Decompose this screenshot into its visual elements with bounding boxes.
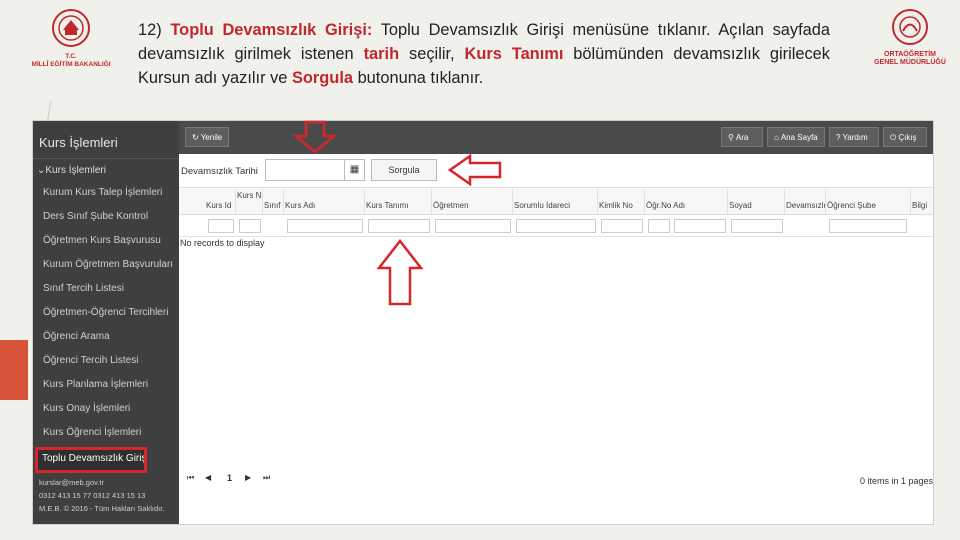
column-header[interactable]: Öğrenci Şube — [827, 189, 911, 215]
column-filter-input[interactable] — [287, 219, 363, 233]
column-header[interactable]: Sorumlu İdareci — [514, 189, 598, 215]
calendar-icon[interactable]: ▦ — [344, 160, 364, 180]
column-filter-input[interactable] — [435, 219, 511, 233]
column-header[interactable]: Bilgi — [912, 189, 933, 215]
date-label: Devamsızlık Tarihi — [181, 166, 258, 177]
sidebar-item-toplu-devamsizlik[interactable]: Toplu Devamsızlık Girişi — [35, 447, 147, 473]
column-header[interactable]: Öğr.No Adı — [646, 189, 728, 215]
current-page[interactable]: 1 — [227, 473, 232, 483]
prev-page-icon[interactable]: ◀ — [205, 473, 211, 482]
help-button[interactable]: ? Yardım — [829, 127, 879, 147]
column-header[interactable]: Devamsızlık — [786, 189, 826, 215]
meb-logo: T.C. MİLLÎ EĞİTİM BAKANLIĞI — [22, 8, 120, 69]
footer-copyright: M.E.B. © 2016 - Tüm Hakları Saklıdır. — [39, 504, 165, 513]
exit-label: Çıkış — [898, 133, 917, 142]
sidebar-item-sinif-tercih-listesi[interactable]: Sınıf Tercih Listesi — [33, 277, 179, 301]
column-filter-input[interactable] — [239, 219, 261, 233]
slide-accent-bar — [0, 340, 28, 400]
sidebar: Kurs İşlemleri ⌄Kurs İşlemleri Kurum Kur… — [33, 121, 179, 524]
grid-header: Kurs Id Kurs No Sınıf Kurs Adı Kurs Tanı… — [179, 189, 933, 215]
exit-button[interactable]: ⏻ Çıkış — [883, 127, 927, 147]
refresh-button[interactable]: ↻ Yenile — [185, 127, 229, 147]
refresh-label: Yenile — [200, 133, 223, 142]
column-header[interactable]: Soyad — [729, 189, 785, 215]
last-page-icon[interactable]: ⏭ — [263, 473, 270, 483]
column-filter-input[interactable] — [829, 219, 907, 233]
next-page-icon[interactable]: ▶ — [245, 473, 251, 482]
column-header[interactable]: Sınıf — [264, 189, 284, 215]
sidebar-item-ogrenci-arama[interactable]: Öğrenci Arama — [33, 325, 179, 349]
search-icon: ⚲ — [728, 133, 734, 142]
column-filter-input[interactable] — [368, 219, 430, 233]
sidebar-item-ders-sinif-sube[interactable]: Ders Sınıf Şube Kontrol — [33, 205, 179, 229]
step-number: 12) — [138, 21, 162, 39]
term-sorgula: Sorgula — [291, 69, 353, 87]
meb-logo-line1: T.C. — [65, 53, 77, 60]
home-button[interactable]: ⌂ Ana Sayfa — [767, 127, 825, 147]
search-button[interactable]: ⚲ Ara — [721, 127, 763, 147]
sidebar-title: Kurs İşlemleri — [33, 121, 179, 159]
query-button[interactable]: Sorgula — [371, 159, 437, 181]
column-header[interactable]: Kurs No — [237, 189, 263, 215]
sidebar-footer: kurslar@meb.gov.tr 0312 413 15 77 0312 4… — [33, 476, 179, 515]
footer-email: kurslar@meb.gov.tr — [39, 478, 104, 487]
refresh-icon: ↻ — [192, 133, 199, 142]
date-field[interactable]: ▦ — [265, 159, 365, 181]
sidebar-item-kurum-kurs-talep[interactable]: Kurum Kurs Talep İşlemleri — [33, 181, 179, 205]
help-icon: ? — [836, 133, 841, 142]
arrow-up-icon — [376, 238, 424, 306]
column-header[interactable]: Kurs Tanımı — [366, 189, 432, 215]
instruction-part2: seçilir, — [409, 45, 455, 63]
ogm-emblem-icon — [892, 9, 928, 45]
footer-phone: 0312 413 15 77 0312 413 15 13 — [39, 491, 146, 500]
meb-emblem-icon — [52, 9, 90, 47]
term-tarih: tarih — [363, 45, 400, 63]
sidebar-item-ogretmen-ogrenci-tercihleri[interactable]: Öğretmen-Öğrenci Tercihleri — [33, 301, 179, 325]
help-label: Yardım — [842, 133, 868, 142]
step-title: Toplu Devamsızlık Girişi: — [170, 21, 373, 39]
sidebar-item-ogrenci-tercih-listesi[interactable]: Öğrenci Tercih Listesi — [33, 349, 179, 373]
meb-logo-line2: MİLLÎ EĞİTİM BAKANLIĞI — [31, 61, 111, 68]
column-filter-input[interactable] — [674, 219, 726, 233]
column-filter-input[interactable] — [648, 219, 670, 233]
filter-bar: Devamsızlık Tarihi ▦ Sorgula — [179, 154, 933, 188]
sidebar-item-kurs-planlama[interactable]: Kurs Planlama İşlemleri — [33, 373, 179, 397]
sidebar-item-kurs-onay[interactable]: Kurs Onay İşlemleri — [33, 397, 179, 421]
ogm-logo-line2: GENEL MÜDÜRLÜĞÜ — [874, 59, 946, 66]
search-label: Ara — [735, 133, 749, 142]
pager: ⏮ ◀ 1 ▶ ⏭ 0 items in 1 pages — [179, 469, 933, 491]
arrow-left-icon — [447, 154, 502, 186]
column-filter-input[interactable] — [516, 219, 596, 233]
term-kurs-tanimi: Kurs Tanımı — [464, 45, 564, 63]
home-icon: ⌂ — [774, 133, 779, 142]
sidebar-group-label: Kurs İşlemleri — [45, 165, 106, 176]
sidebar-item-kurs-ogrenci[interactable]: Kurs Öğrenci İşlemleri — [33, 421, 179, 445]
column-header[interactable]: Öğretmen — [433, 189, 513, 215]
sidebar-group-header[interactable]: ⌄Kurs İşlemleri — [33, 159, 179, 181]
sidebar-item-kurum-ogretmen-basvurulari[interactable]: Kurum Öğretmen Başvuruları — [33, 253, 179, 277]
column-header[interactable]: Kimlik No — [599, 189, 645, 215]
first-page-icon[interactable]: ⏮ — [187, 473, 194, 483]
arrow-down-icon — [292, 120, 338, 154]
column-filter-input[interactable] — [731, 219, 783, 233]
home-label: Ana Sayfa — [780, 133, 818, 142]
ogm-logo-line1: ORTAÖĞRETİM — [884, 51, 936, 58]
exit-icon: ⏻ — [890, 133, 897, 142]
grid-filter-row — [179, 215, 933, 237]
column-filter-input[interactable] — [208, 219, 234, 233]
empty-grid-message: No records to display — [180, 238, 265, 248]
column-header[interactable]: Kurs Adı — [285, 189, 365, 215]
ogm-logo: ORTAÖĞRETİM GENEL MÜDÜRLÜĞÜ — [860, 8, 960, 67]
instruction-text: 12) Toplu Devamsızlık Girişi: Toplu Deva… — [138, 18, 830, 90]
instruction-part4: butonuna tıklanır. — [357, 69, 484, 87]
column-header[interactable]: Kurs Id — [206, 189, 236, 215]
column-filter-input[interactable] — [601, 219, 643, 233]
sidebar-item-ogretmen-kurs-basvurusu[interactable]: Öğretmen Kurs Başvurusu — [33, 229, 179, 253]
pager-info: 0 items in 1 pages — [859, 476, 933, 486]
